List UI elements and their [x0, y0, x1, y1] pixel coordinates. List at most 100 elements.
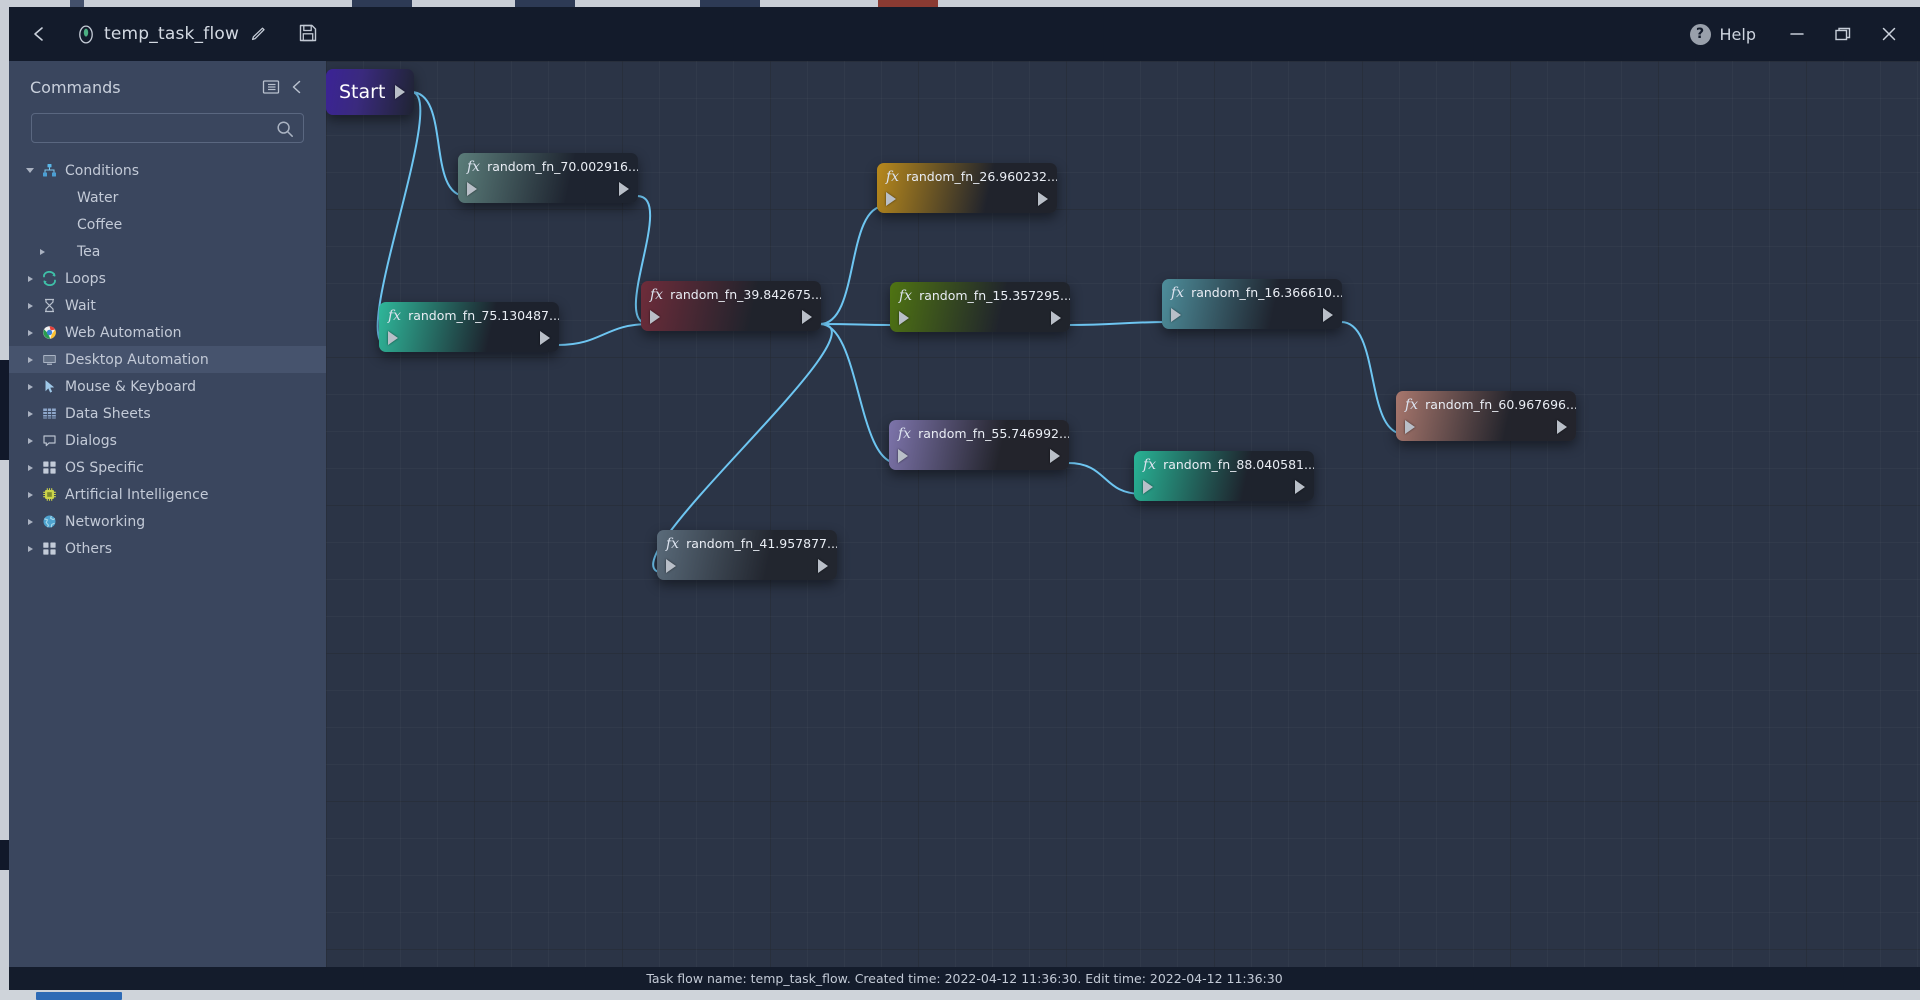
chevron-down-icon[interactable] — [21, 168, 39, 173]
function-node[interactable]: fx random_fn_26.960232... — [877, 163, 1057, 213]
search-input[interactable] — [32, 114, 303, 142]
sidebar-item-loops[interactable]: Loops — [9, 265, 326, 292]
help-button[interactable]: ? Help — [1689, 23, 1756, 45]
application-window: temp_task_flow ? Help Commands Condition… — [0, 0, 1920, 1000]
sidebar-item-artificial-intelligence[interactable]: Artificial Intelligence — [9, 481, 326, 508]
chevron-right-icon[interactable] — [21, 491, 39, 498]
function-node-header: fx random_fn_55.746992... — [889, 420, 1069, 447]
chevron-right-icon[interactable] — [33, 248, 51, 255]
sidebar-item-networking[interactable]: Networking — [9, 508, 326, 535]
back-button[interactable] — [23, 18, 55, 50]
node-input-port[interactable] — [666, 559, 676, 573]
taskbar-item[interactable] — [36, 992, 122, 1000]
node-output-port[interactable] — [802, 310, 812, 324]
node-input-port[interactable] — [467, 182, 477, 196]
monitor-icon — [39, 352, 59, 368]
sidebar-item-dialogs[interactable]: Dialogs — [9, 427, 326, 454]
sidebar-item-label: Conditions — [65, 162, 140, 179]
function-node-label: random_fn_41.957877... — [686, 536, 837, 551]
window-title: temp_task_flow — [104, 24, 240, 44]
start-output-port[interactable] — [395, 85, 405, 99]
node-input-port[interactable] — [1405, 420, 1415, 434]
node-input-port[interactable] — [1171, 308, 1181, 322]
function-fx-icon: fx — [666, 535, 680, 552]
question-mark-icon: ? — [1689, 23, 1711, 45]
desktop-edge-tab-lower — [0, 840, 9, 870]
function-node-label: random_fn_16.366610... — [1191, 285, 1342, 300]
function-node[interactable]: fx random_fn_55.746992... — [889, 420, 1069, 470]
chevron-right-icon[interactable] — [21, 518, 39, 525]
function-node-label: random_fn_88.040581... — [1163, 457, 1314, 472]
node-output-port[interactable] — [818, 559, 828, 573]
node-output-port[interactable] — [1323, 308, 1333, 322]
sidebar-item-web-automation[interactable]: Web Automation — [9, 319, 326, 346]
node-output-port[interactable] — [1050, 449, 1060, 463]
sidebar-collapse-button[interactable] — [284, 74, 310, 100]
sidebar-item-tea[interactable]: Tea — [9, 238, 326, 265]
function-node[interactable]: fx random_fn_39.842675... — [641, 281, 821, 331]
node-input-port[interactable] — [886, 192, 896, 206]
sidebar-item-mouse-keyboard[interactable]: Mouse & Keyboard — [9, 373, 326, 400]
function-fx-icon: fx — [1143, 456, 1157, 473]
chevron-right-icon[interactable] — [21, 329, 39, 336]
hourglass-icon — [39, 298, 59, 314]
search-box[interactable] — [31, 113, 304, 143]
chevron-right-icon[interactable] — [21, 545, 39, 552]
list-indent-icon[interactable] — [258, 74, 284, 100]
pencil-icon[interactable] — [249, 25, 267, 43]
sidebar-item-desktop-automation[interactable]: Desktop Automation — [9, 346, 326, 373]
function-fx-icon: fx — [1171, 284, 1185, 301]
function-node[interactable]: fx random_fn_16.366610... — [1162, 279, 1342, 329]
flow-canvas[interactable]: Start fx random_fn_70.002916... fx random_fn… — [326, 61, 1920, 967]
node-input-port[interactable] — [650, 310, 660, 324]
sidebar-item-data-sheets[interactable]: Data Sheets — [9, 400, 326, 427]
conditions-icon — [39, 163, 59, 179]
function-node-header: fx random_fn_16.366610... — [1162, 279, 1342, 306]
node-input-port[interactable] — [899, 311, 909, 325]
function-node[interactable]: fx random_fn_75.130487... — [379, 302, 559, 352]
node-output-port[interactable] — [540, 331, 550, 345]
search-icon[interactable] — [275, 119, 295, 139]
node-output-port[interactable] — [1557, 420, 1567, 434]
flow-edge — [1340, 321, 1405, 435]
chevron-right-icon[interactable] — [21, 383, 39, 390]
function-fx-icon: fx — [650, 286, 664, 303]
sidebar-item-conditions[interactable]: Conditions — [9, 157, 326, 184]
sidebar-item-others[interactable]: Others — [9, 535, 326, 562]
function-node[interactable]: fx random_fn_88.040581... — [1134, 451, 1314, 501]
function-node[interactable]: fx random_fn_41.957877... — [657, 530, 837, 580]
node-output-port[interactable] — [1051, 311, 1061, 325]
chevron-left-icon — [292, 80, 301, 94]
chevron-right-icon[interactable] — [21, 437, 39, 444]
status-text: Task flow name: temp_task_flow. Created … — [646, 971, 1283, 986]
chevron-right-icon[interactable] — [21, 410, 39, 417]
sidebar-item-water[interactable]: Water — [9, 184, 326, 211]
node-input-port[interactable] — [898, 449, 908, 463]
function-node-header: fx random_fn_60.967696... — [1396, 391, 1576, 418]
chevron-right-icon[interactable] — [21, 356, 39, 363]
dialog-icon — [39, 433, 59, 449]
sidebar-item-label: Mouse & Keyboard — [65, 378, 197, 395]
close-button[interactable] — [1866, 7, 1912, 61]
chevron-right-icon[interactable] — [21, 464, 39, 471]
node-output-port[interactable] — [1295, 480, 1305, 494]
node-output-port[interactable] — [1038, 192, 1048, 206]
save-button[interactable] — [297, 22, 321, 46]
sidebar-item-os-specific[interactable]: OS Specific — [9, 454, 326, 481]
node-input-port[interactable] — [388, 331, 398, 345]
chevron-right-icon[interactable] — [21, 275, 39, 282]
sidebar-item-wait[interactable]: Wait — [9, 292, 326, 319]
flow-edge — [1068, 321, 1171, 326]
restore-button[interactable] — [1820, 7, 1866, 61]
function-node[interactable]: fx random_fn_15.357295... — [890, 282, 1070, 332]
start-node[interactable]: Start — [326, 69, 414, 115]
globe-icon — [39, 514, 59, 530]
function-node[interactable]: fx random_fn_60.967696... — [1396, 391, 1576, 441]
grid-table-icon — [39, 406, 59, 422]
function-node[interactable]: fx random_fn_70.002916... — [458, 153, 638, 203]
node-input-port[interactable] — [1143, 480, 1153, 494]
chevron-right-icon[interactable] — [21, 302, 39, 309]
minimize-button[interactable] — [1774, 7, 1820, 61]
sidebar-item-coffee[interactable]: Coffee — [9, 211, 326, 238]
node-output-port[interactable] — [619, 182, 629, 196]
